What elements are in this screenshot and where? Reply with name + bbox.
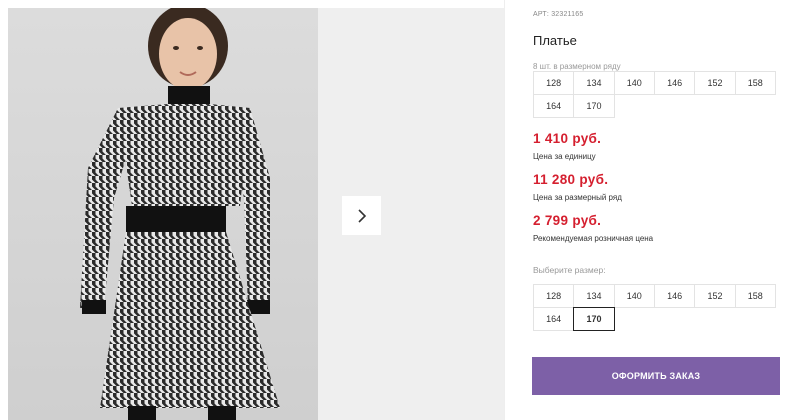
series-size-cell: 158 <box>734 71 776 95</box>
series-price-caption: Цена за размерный ряд <box>533 193 622 202</box>
size-option[interactable]: 158 <box>734 284 776 308</box>
series-size-grid: 128 134 140 146 152 158 164 170 <box>533 71 781 118</box>
size-option[interactable]: 164 <box>533 307 575 331</box>
size-option-selected[interactable]: 170 <box>573 307 615 331</box>
series-size-cell: 128 <box>533 71 575 95</box>
series-size-row: 164 170 <box>533 94 781 118</box>
series-size-cell: 164 <box>533 94 575 118</box>
chevron-right-icon <box>357 208 366 223</box>
retail-price-caption: Рекомендуемая розничная цена <box>533 234 654 243</box>
product-gallery <box>0 0 504 420</box>
size-option[interactable]: 146 <box>653 284 696 308</box>
article-number: АРТ: 32321165 <box>533 11 584 18</box>
size-option[interactable]: 152 <box>694 284 736 308</box>
series-size-cell: 152 <box>694 71 736 95</box>
series-size-cell: 134 <box>573 71 615 95</box>
gallery-next-button[interactable] <box>342 196 381 235</box>
size-picker-row: 164 170 <box>533 307 781 331</box>
size-picker-row: 128 134 140 146 152 158 <box>533 284 781 308</box>
unit-price-caption: Цена за единицу <box>533 152 596 161</box>
series-size-row: 128 134 140 146 152 158 <box>533 71 781 95</box>
product-photo[interactable] <box>8 8 318 420</box>
series-price: 11 280 руб. <box>533 172 609 187</box>
size-option[interactable]: 140 <box>613 284 655 308</box>
product-photo-image <box>8 8 318 420</box>
size-option[interactable]: 128 <box>533 284 575 308</box>
product-title: Платье <box>533 33 577 48</box>
series-size-cell: 140 <box>613 71 655 95</box>
unit-price: 1 410 руб. <box>533 131 602 146</box>
choose-size-label: Выберите размер: <box>533 265 606 275</box>
series-size-cell: 170 <box>573 94 615 118</box>
series-hint: 8 шт. в размерном ряду <box>533 62 621 71</box>
series-size-cell: 146 <box>653 71 696 95</box>
retail-price: 2 799 руб. <box>533 213 602 228</box>
size-option[interactable]: 134 <box>573 284 615 308</box>
order-button[interactable]: ОФОРМИТЬ ЗАКАЗ <box>532 357 780 395</box>
size-picker: 128 134 140 146 152 158 164 170 <box>533 284 781 331</box>
column-divider <box>504 0 505 420</box>
